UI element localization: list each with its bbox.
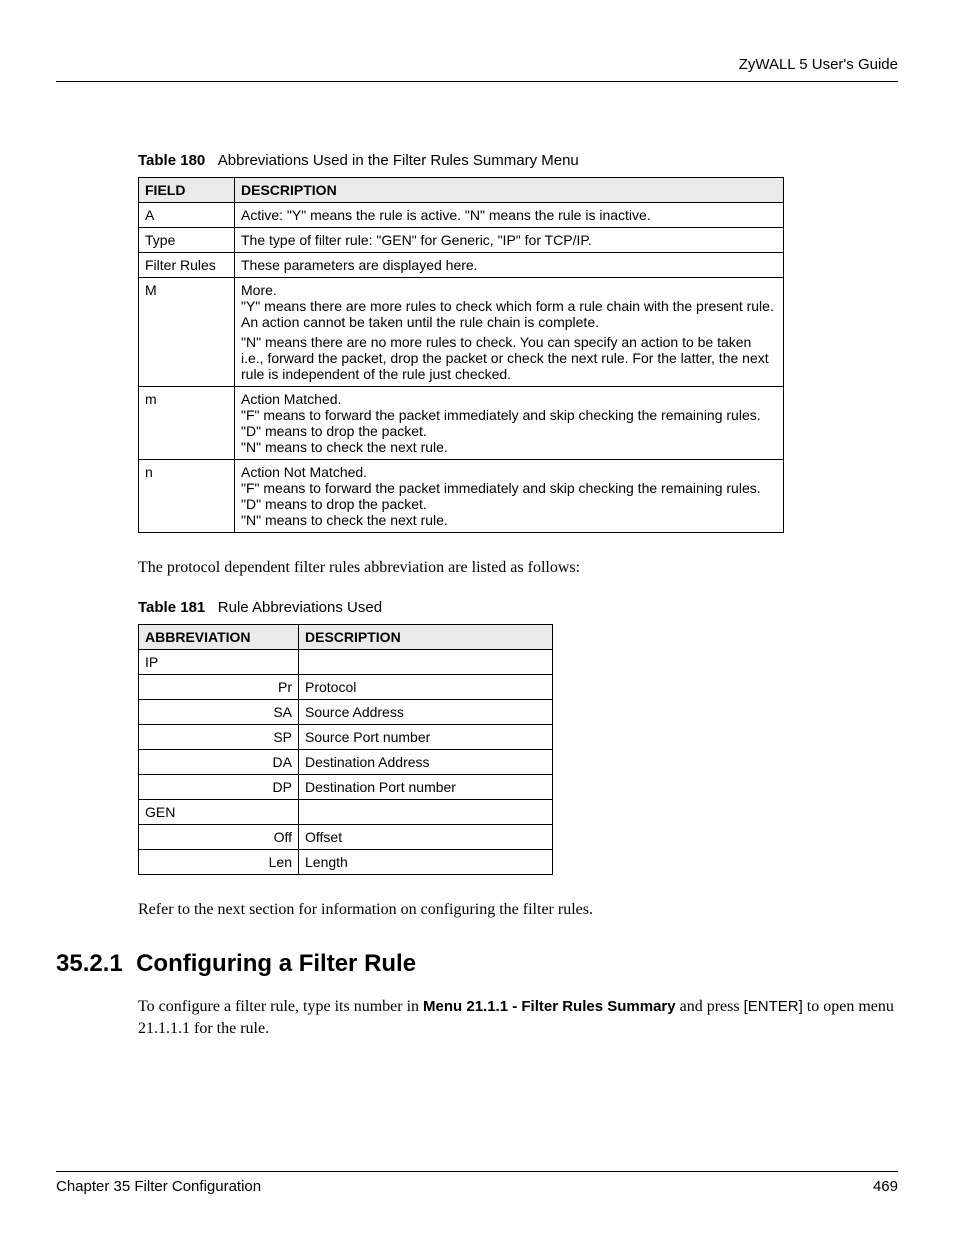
table181-head-desc: DESCRIPTION — [299, 625, 553, 650]
cell-desc: Destination Port number — [299, 775, 553, 800]
cell-desc: These parameters are displayed here. — [235, 253, 784, 278]
section-heading: 35.2.1 Configuring a Filter Rule — [56, 950, 898, 978]
desc-line: "N" means to check the next rule. — [241, 512, 777, 528]
cell-desc: More. "Y" means there are more rules to … — [235, 278, 784, 387]
desc-line: "F" means to forward the packet immediat… — [241, 407, 777, 423]
menu-reference: Menu 21.1.1 - Filter Rules Summary — [423, 998, 676, 1015]
desc-line: "D" means to drop the packet. — [241, 496, 777, 512]
guide-title: ZyWALL 5 User's Guide — [739, 56, 898, 73]
desc-line: "D" means to drop the packet. — [241, 423, 777, 439]
table181-head-abbr: ABBREVIATION — [139, 625, 299, 650]
cell-abbr: Len — [139, 850, 299, 875]
desc-line: More. — [241, 282, 777, 298]
table181-caption: Table 181 Rule Abbreviations Used — [138, 599, 898, 616]
paragraph: The protocol dependent filter rules abbr… — [138, 557, 898, 579]
table-row: A Active: "Y" means the rule is active. … — [139, 203, 784, 228]
desc-line: "N" means to check the next rule. — [241, 439, 777, 455]
desc-line: "F" means to forward the packet immediat… — [241, 480, 777, 496]
table181-number: Table 181 — [138, 599, 205, 616]
table-row: GEN — [139, 800, 553, 825]
table-row: Filter Rules These parameters are displa… — [139, 253, 784, 278]
desc-line: Action Matched. — [241, 391, 777, 407]
body-text: and press — [676, 998, 744, 1015]
cell-abbr: Pr — [139, 675, 299, 700]
cell-desc: Protocol — [299, 675, 553, 700]
table181: ABBREVIATION DESCRIPTION IP PrProtocol S… — [138, 624, 553, 875]
desc-line: Action Not Matched. — [241, 464, 777, 480]
table181-title: Rule Abbreviations Used — [218, 599, 382, 616]
cell-field: n — [139, 460, 235, 533]
cell-desc — [299, 800, 553, 825]
cell-abbr: SP — [139, 725, 299, 750]
table-row: n Action Not Matched. "F" means to forwa… — [139, 460, 784, 533]
table-row: Type The type of filter rule: "GEN" for … — [139, 228, 784, 253]
table-row: DPDestination Port number — [139, 775, 553, 800]
table-row: m Action Matched. "F" means to forward t… — [139, 387, 784, 460]
cell-desc: Offset — [299, 825, 553, 850]
page-header: ZyWALL 5 User's Guide — [56, 56, 898, 82]
table-row: SASource Address — [139, 700, 553, 725]
cell-desc: Action Matched. "F" means to forward the… — [235, 387, 784, 460]
cell-field: Filter Rules — [139, 253, 235, 278]
table-row: LenLength — [139, 850, 553, 875]
cell-field: M — [139, 278, 235, 387]
cell-abbr: GEN — [139, 800, 299, 825]
cell-desc: Active: "Y" means the rule is active. "N… — [235, 203, 784, 228]
cell-abbr: Off — [139, 825, 299, 850]
cell-field: m — [139, 387, 235, 460]
cell-desc: Source Port number — [299, 725, 553, 750]
table180-caption: Table 180 Abbreviations Used in the Filt… — [138, 152, 898, 169]
cell-abbr: IP — [139, 650, 299, 675]
table-row: M More. "Y" means there are more rules t… — [139, 278, 784, 387]
section-number: 35.2.1 — [56, 950, 123, 977]
desc-line: "Y" means there are more rules to check … — [241, 298, 777, 330]
table-row: PrProtocol — [139, 675, 553, 700]
desc-line: "N" means there are no more rules to che… — [241, 334, 777, 382]
table180-head-desc: DESCRIPTION — [235, 178, 784, 203]
key-reference: [ENTER] — [744, 998, 803, 1015]
table-row: SPSource Port number — [139, 725, 553, 750]
page-footer: Chapter 35 Filter Configuration 469 — [56, 1171, 898, 1195]
section-title: Configuring a Filter Rule — [136, 950, 416, 977]
footer-chapter: Chapter 35 Filter Configuration — [56, 1178, 261, 1195]
cell-desc: The type of filter rule: "GEN" for Gener… — [235, 228, 784, 253]
cell-desc: Source Address — [299, 700, 553, 725]
cell-abbr: SA — [139, 700, 299, 725]
cell-desc: Destination Address — [299, 750, 553, 775]
table180-head-field: FIELD — [139, 178, 235, 203]
table180: FIELD DESCRIPTION A Active: "Y" means th… — [138, 177, 784, 533]
cell-abbr: DA — [139, 750, 299, 775]
cell-abbr: DP — [139, 775, 299, 800]
cell-desc: Length — [299, 850, 553, 875]
table-row: OffOffset — [139, 825, 553, 850]
cell-desc: Action Not Matched. "F" means to forward… — [235, 460, 784, 533]
cell-desc — [299, 650, 553, 675]
table180-number: Table 180 — [138, 152, 205, 169]
page-content: Table 180 Abbreviations Used in the Filt… — [56, 152, 898, 1041]
footer-page-number: 469 — [873, 1178, 898, 1195]
body-text: To configure a filter rule, type its num… — [138, 998, 423, 1015]
table180-title: Abbreviations Used in the Filter Rules S… — [218, 152, 579, 169]
table-row: DADestination Address — [139, 750, 553, 775]
table-row: IP — [139, 650, 553, 675]
cell-field: Type — [139, 228, 235, 253]
cell-field: A — [139, 203, 235, 228]
paragraph: Refer to the next section for informatio… — [138, 899, 898, 921]
section-body: To configure a filter rule, type its num… — [138, 996, 898, 1041]
